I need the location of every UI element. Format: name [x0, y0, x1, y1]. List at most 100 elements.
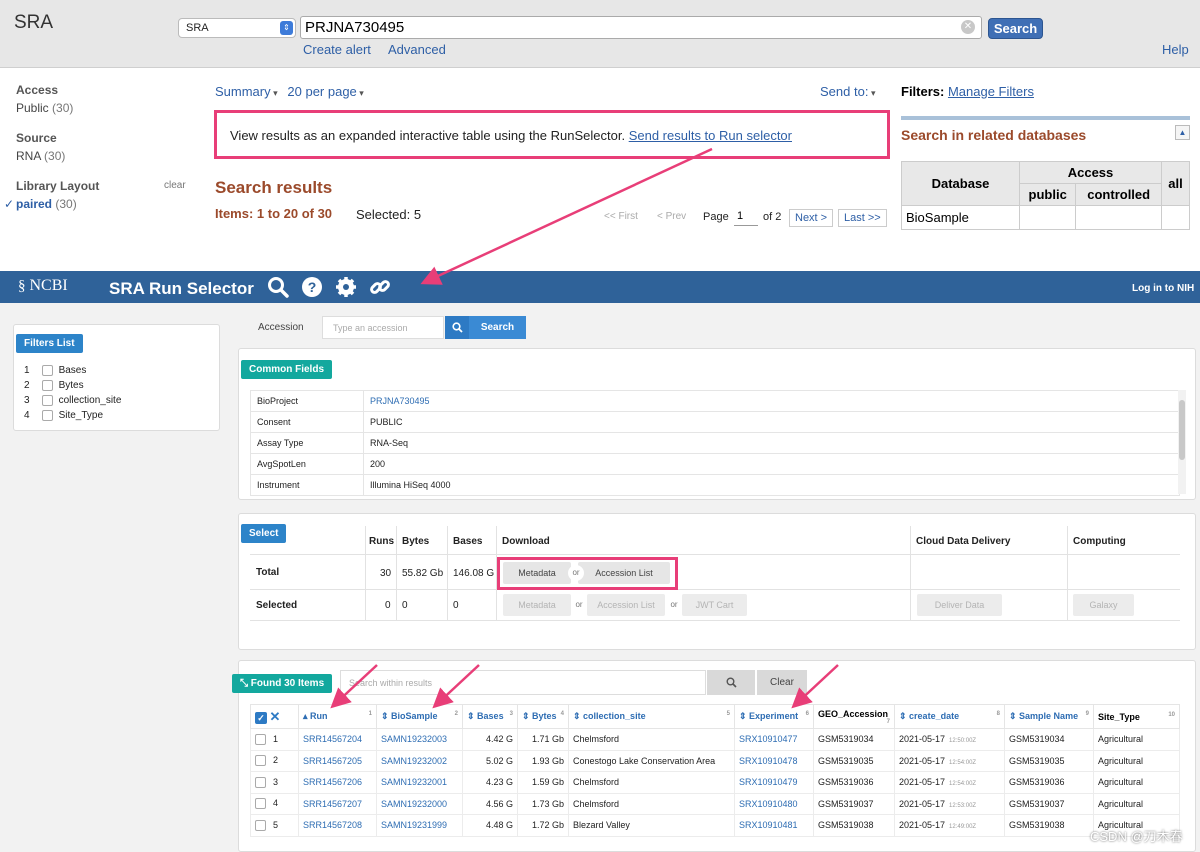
accession-input[interactable]: Type an accession — [322, 316, 444, 339]
col-label: Bases — [477, 711, 504, 721]
galaxy-button[interactable]: Galaxy — [1073, 594, 1134, 616]
col-collection-site[interactable]: ⇕ collection_site 5 — [568, 704, 735, 729]
checkbox[interactable] — [42, 379, 53, 391]
row-select[interactable]: 5 — [250, 814, 299, 837]
search-within-button[interactable] — [707, 670, 755, 695]
select-all-checkbox[interactable]: ✓ — [255, 711, 267, 724]
biosample-link[interactable]: SAMN19232002 — [376, 749, 463, 772]
filter-item-bytes[interactable]: 2 Bytes — [24, 378, 121, 393]
col-bases[interactable]: ⇕ Bases 3 — [462, 704, 518, 729]
run-link[interactable]: SRR14567205 — [298, 749, 377, 772]
create-alert-link[interactable]: Create alert — [303, 42, 371, 57]
row-checkbox[interactable] — [255, 733, 266, 745]
filter-item-collection-site[interactable]: 3 collection_site — [24, 393, 121, 408]
per-page-dropdown[interactable]: 20 per page — [287, 84, 356, 99]
send-to-run-selector-link[interactable]: Send results to Run selector — [629, 128, 792, 143]
facet-source-rna[interactable]: RNA (30) — [16, 149, 65, 163]
metadata-button-disabled[interactable]: Metadata — [503, 594, 571, 616]
run-link[interactable]: SRR14567207 — [298, 792, 377, 815]
table-row[interactable]: 5 SRR14567208 SAMN19231999 4.48 G 1.72 Gb Ble… — [250, 814, 1180, 837]
filter-item-site-type[interactable]: 4 Site_Type — [24, 408, 121, 423]
experiment-link[interactable]: SRX10910480 — [734, 792, 814, 815]
experiment-link[interactable]: SRX10910479 — [734, 771, 814, 794]
last-page-button[interactable]: Last >> — [838, 209, 887, 227]
biosample-link[interactable]: SAMN19232001 — [376, 771, 463, 794]
search-within-input[interactable]: Search within results — [340, 670, 706, 695]
clear-search-icon[interactable]: ✕ — [961, 20, 975, 34]
login-link[interactable]: Log in to NIH — [1132, 283, 1194, 294]
col-experiment[interactable]: ⇕ Experiment 6 — [734, 704, 814, 729]
sra-logo[interactable]: SRA — [14, 12, 53, 34]
page-number-input[interactable]: 1 — [734, 208, 758, 226]
prev-page-link[interactable]: < Prev — [657, 211, 686, 222]
run-link[interactable]: SRR14567206 — [298, 771, 377, 794]
biosample-row[interactable]: BioSample — [901, 205, 1020, 230]
manage-filters-link[interactable]: Manage Filters — [948, 84, 1034, 99]
deselect-icon[interactable]: ✕ — [270, 709, 281, 724]
col-sample-name[interactable]: ⇕ Sample Name 9 — [1004, 704, 1094, 729]
collection-site-cell: Blezard Valley — [568, 814, 735, 837]
table-row[interactable]: 4 SRR14567207 SAMN19232000 4.56 G 1.73 Gb Che… — [250, 792, 1180, 815]
run-link[interactable]: SRR14567204 — [298, 728, 377, 751]
deliver-data-button[interactable]: Deliver Data — [917, 594, 1002, 616]
filter-item-bases[interactable]: 1 Bases — [24, 363, 121, 378]
row-checkbox[interactable] — [255, 776, 266, 788]
accession-search-button[interactable]: Search — [445, 316, 526, 339]
col-label: create_date — [909, 711, 960, 721]
gear-icon[interactable] — [335, 276, 357, 298]
related-databases-table: Database Access all public controlled BioSa… — [901, 161, 1190, 230]
row-checkbox[interactable] — [255, 819, 266, 831]
row-checkbox[interactable] — [255, 755, 266, 767]
experiment-link[interactable]: SRX10910481 — [734, 814, 814, 837]
divider — [250, 589, 1180, 590]
table-row[interactable]: 1 SRR14567204 SAMN19232003 4.42 G 1.71 Gb Che… — [250, 728, 1180, 751]
col-biosample[interactable]: ⇕ BioSample 2 — [376, 704, 463, 729]
advanced-link[interactable]: Advanced — [388, 42, 446, 57]
biosample-link[interactable]: SAMN19231999 — [376, 814, 463, 837]
row-select[interactable]: 3 — [250, 771, 299, 794]
col-bytes[interactable]: ⇕ Bytes 4 — [517, 704, 569, 729]
table-row[interactable]: 3 SRR14567206 SAMN19232001 4.23 G 1.59 Gb Che… — [250, 771, 1180, 794]
biosample-link[interactable]: SAMN19232003 — [376, 728, 463, 751]
checkbox[interactable] — [42, 394, 53, 406]
bioproject-link[interactable]: PRJNA730495 — [363, 390, 1180, 412]
search-icon[interactable] — [267, 276, 289, 298]
summary-dropdown[interactable]: Summary — [215, 84, 271, 99]
run-link[interactable]: SRR14567208 — [298, 814, 377, 837]
ncbi-logo[interactable]: § NCBI — [18, 277, 68, 295]
row-select[interactable]: 2 — [250, 749, 299, 772]
sra-search-button[interactable]: Search — [988, 18, 1043, 39]
col-run[interactable]: ▴ Run 1 — [298, 704, 377, 729]
next-page-button[interactable]: Next > — [789, 209, 834, 227]
first-page-link[interactable]: << First — [604, 211, 638, 222]
collapse-icon[interactable]: ▲ — [1175, 125, 1190, 140]
facet-layout-paired[interactable]: paired (30) — [16, 197, 77, 211]
facet-access-public[interactable]: Public (30) — [16, 101, 73, 115]
checkbox[interactable] — [42, 364, 53, 376]
col-geo-accession[interactable]: GEO_Accession 7 — [813, 704, 895, 729]
row-select[interactable]: 1 — [250, 728, 299, 751]
run-selector-title[interactable]: SRA Run Selector — [109, 279, 254, 299]
biosample-link[interactable]: SAMN19232000 — [376, 792, 463, 815]
checkbox[interactable] — [42, 409, 53, 421]
accession-list-button-disabled[interactable]: Accession List — [587, 594, 665, 616]
help-link[interactable]: Help — [1162, 42, 1189, 57]
link-icon[interactable] — [369, 276, 391, 298]
clear-button[interactable]: Clear — [757, 670, 807, 695]
common-fields-scrollbar[interactable] — [1178, 390, 1186, 494]
help-icon[interactable]: ? — [301, 276, 323, 298]
experiment-link[interactable]: SRX10910478 — [734, 749, 814, 772]
bytes-cell: 1.71 Gb — [517, 728, 569, 751]
col-site-type[interactable]: Site_Type 10 — [1093, 704, 1180, 729]
scrollbar-thumb[interactable] — [1179, 400, 1185, 460]
search-term-input[interactable]: PRJNA730495 ✕ — [300, 16, 982, 39]
experiment-link[interactable]: SRX10910477 — [734, 728, 814, 751]
send-to-dropdown[interactable]: Send to: ▾ — [820, 84, 875, 99]
facet-clear-link[interactable]: clear — [164, 180, 186, 191]
row-select[interactable]: 4 — [250, 792, 299, 815]
database-select[interactable]: SRA ⇕ — [178, 18, 296, 38]
jwt-cart-button[interactable]: JWT Cart — [682, 594, 747, 616]
col-create-date[interactable]: ⇕ create_date 8 — [894, 704, 1005, 729]
table-row[interactable]: 2 SRR14567205 SAMN19232002 5.02 G 1.93 Gb Con… — [250, 749, 1180, 772]
row-checkbox[interactable] — [255, 798, 266, 810]
